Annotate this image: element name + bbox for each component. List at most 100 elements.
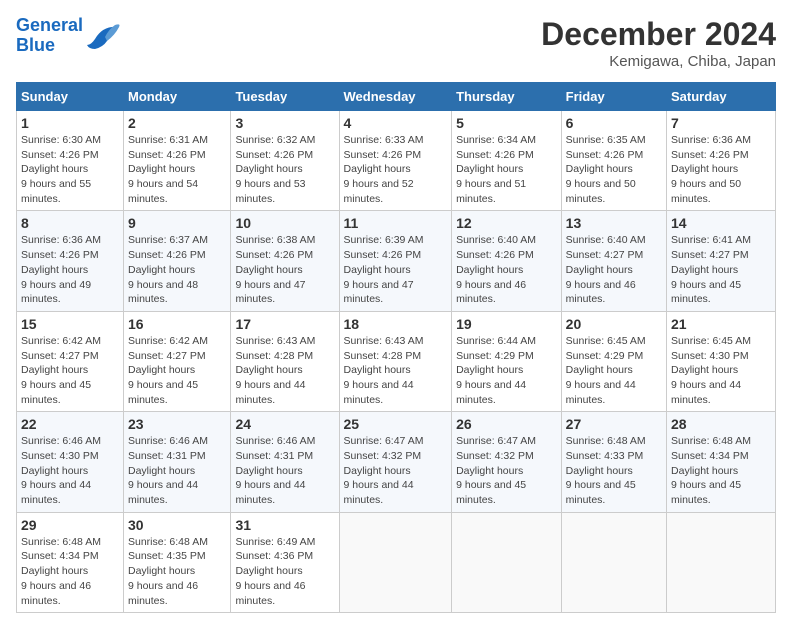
- day-info: Sunrise: 6:48 AM Sunset: 4:33 PM Dayligh…: [566, 434, 662, 507]
- day-info: Sunrise: 6:40 AM Sunset: 4:26 PM Dayligh…: [456, 233, 557, 306]
- calendar-cell: 28 Sunrise: 6:48 AM Sunset: 4:34 PM Dayl…: [667, 412, 776, 512]
- calendar-cell: [339, 512, 452, 612]
- day-number: 6: [566, 115, 662, 131]
- calendar-week-5: 29 Sunrise: 6:48 AM Sunset: 4:34 PM Dayl…: [17, 512, 776, 612]
- day-number: 8: [21, 215, 119, 231]
- day-info: Sunrise: 6:46 AM Sunset: 4:30 PM Dayligh…: [21, 434, 119, 507]
- calendar-cell: [561, 512, 666, 612]
- day-number: 10: [235, 215, 334, 231]
- subtitle: Kemigawa, Chiba, Japan: [541, 53, 776, 70]
- header-row: Sunday Monday Tuesday Wednesday Thursday…: [17, 83, 776, 111]
- calendar-cell: 7 Sunrise: 6:36 AM Sunset: 4:26 PM Dayli…: [667, 111, 776, 211]
- day-number: 12: [456, 215, 557, 231]
- day-info: Sunrise: 6:33 AM Sunset: 4:26 PM Dayligh…: [344, 133, 448, 206]
- day-number: 1: [21, 115, 119, 131]
- calendar-week-1: 1 Sunrise: 6:30 AM Sunset: 4:26 PM Dayli…: [17, 111, 776, 211]
- day-number: 31: [235, 517, 334, 533]
- day-number: 11: [344, 215, 448, 231]
- calendar-cell: 16 Sunrise: 6:42 AM Sunset: 4:27 PM Dayl…: [123, 311, 230, 411]
- day-info: Sunrise: 6:47 AM Sunset: 4:32 PM Dayligh…: [456, 434, 557, 507]
- col-saturday: Saturday: [667, 83, 776, 111]
- calendar-cell: [667, 512, 776, 612]
- main-title: December 2024: [541, 16, 776, 53]
- title-block: December 2024 Kemigawa, Chiba, Japan: [541, 16, 776, 70]
- calendar-cell: 2 Sunrise: 6:31 AM Sunset: 4:26 PM Dayli…: [123, 111, 230, 211]
- calendar-cell: 25 Sunrise: 6:47 AM Sunset: 4:32 PM Dayl…: [339, 412, 452, 512]
- day-info: Sunrise: 6:38 AM Sunset: 4:26 PM Dayligh…: [235, 233, 334, 306]
- day-info: Sunrise: 6:30 AM Sunset: 4:26 PM Dayligh…: [21, 133, 119, 206]
- day-info: Sunrise: 6:41 AM Sunset: 4:27 PM Dayligh…: [671, 233, 771, 306]
- day-info: Sunrise: 6:36 AM Sunset: 4:26 PM Dayligh…: [671, 133, 771, 206]
- calendar-cell: 8 Sunrise: 6:36 AM Sunset: 4:26 PM Dayli…: [17, 211, 124, 311]
- col-thursday: Thursday: [452, 83, 562, 111]
- calendar-cell: 24 Sunrise: 6:46 AM Sunset: 4:31 PM Dayl…: [231, 412, 339, 512]
- calendar-cell: 11 Sunrise: 6:39 AM Sunset: 4:26 PM Dayl…: [339, 211, 452, 311]
- day-info: Sunrise: 6:31 AM Sunset: 4:26 PM Dayligh…: [128, 133, 226, 206]
- logo-line1: General: [16, 16, 83, 36]
- calendar-cell: 10 Sunrise: 6:38 AM Sunset: 4:26 PM Dayl…: [231, 211, 339, 311]
- calendar-cell: 12 Sunrise: 6:40 AM Sunset: 4:26 PM Dayl…: [452, 211, 562, 311]
- calendar-cell: 17 Sunrise: 6:43 AM Sunset: 4:28 PM Dayl…: [231, 311, 339, 411]
- day-number: 26: [456, 416, 557, 432]
- day-number: 30: [128, 517, 226, 533]
- calendar-week-4: 22 Sunrise: 6:46 AM Sunset: 4:30 PM Dayl…: [17, 412, 776, 512]
- day-info: Sunrise: 6:42 AM Sunset: 4:27 PM Dayligh…: [21, 334, 119, 407]
- calendar-cell: 20 Sunrise: 6:45 AM Sunset: 4:29 PM Dayl…: [561, 311, 666, 411]
- day-number: 7: [671, 115, 771, 131]
- calendar-cell: 19 Sunrise: 6:44 AM Sunset: 4:29 PM Dayl…: [452, 311, 562, 411]
- logo: General Blue: [16, 16, 121, 56]
- day-number: 14: [671, 215, 771, 231]
- calendar-cell: 14 Sunrise: 6:41 AM Sunset: 4:27 PM Dayl…: [667, 211, 776, 311]
- day-number: 5: [456, 115, 557, 131]
- calendar-week-3: 15 Sunrise: 6:42 AM Sunset: 4:27 PM Dayl…: [17, 311, 776, 411]
- day-info: Sunrise: 6:42 AM Sunset: 4:27 PM Dayligh…: [128, 334, 226, 407]
- day-info: Sunrise: 6:35 AM Sunset: 4:26 PM Dayligh…: [566, 133, 662, 206]
- day-info: Sunrise: 6:45 AM Sunset: 4:30 PM Dayligh…: [671, 334, 771, 407]
- calendar-cell: 21 Sunrise: 6:45 AM Sunset: 4:30 PM Dayl…: [667, 311, 776, 411]
- col-friday: Friday: [561, 83, 666, 111]
- calendar-week-2: 8 Sunrise: 6:36 AM Sunset: 4:26 PM Dayli…: [17, 211, 776, 311]
- day-number: 22: [21, 416, 119, 432]
- day-info: Sunrise: 6:48 AM Sunset: 4:34 PM Dayligh…: [671, 434, 771, 507]
- day-info: Sunrise: 6:47 AM Sunset: 4:32 PM Dayligh…: [344, 434, 448, 507]
- col-wednesday: Wednesday: [339, 83, 452, 111]
- day-info: Sunrise: 6:45 AM Sunset: 4:29 PM Dayligh…: [566, 334, 662, 407]
- calendar-cell: 15 Sunrise: 6:42 AM Sunset: 4:27 PM Dayl…: [17, 311, 124, 411]
- calendar-cell: 13 Sunrise: 6:40 AM Sunset: 4:27 PM Dayl…: [561, 211, 666, 311]
- day-info: Sunrise: 6:34 AM Sunset: 4:26 PM Dayligh…: [456, 133, 557, 206]
- day-info: Sunrise: 6:40 AM Sunset: 4:27 PM Dayligh…: [566, 233, 662, 306]
- day-info: Sunrise: 6:49 AM Sunset: 4:36 PM Dayligh…: [235, 535, 334, 608]
- day-info: Sunrise: 6:37 AM Sunset: 4:26 PM Dayligh…: [128, 233, 226, 306]
- day-number: 16: [128, 316, 226, 332]
- calendar-cell: 22 Sunrise: 6:46 AM Sunset: 4:30 PM Dayl…: [17, 412, 124, 512]
- calendar-cell: 3 Sunrise: 6:32 AM Sunset: 4:26 PM Dayli…: [231, 111, 339, 211]
- calendar-cell: 18 Sunrise: 6:43 AM Sunset: 4:28 PM Dayl…: [339, 311, 452, 411]
- day-info: Sunrise: 6:44 AM Sunset: 4:29 PM Dayligh…: [456, 334, 557, 407]
- day-number: 15: [21, 316, 119, 332]
- day-number: 9: [128, 215, 226, 231]
- calendar-cell: 30 Sunrise: 6:48 AM Sunset: 4:35 PM Dayl…: [123, 512, 230, 612]
- day-number: 21: [671, 316, 771, 332]
- calendar-cell: 5 Sunrise: 6:34 AM Sunset: 4:26 PM Dayli…: [452, 111, 562, 211]
- day-number: 24: [235, 416, 334, 432]
- day-number: 28: [671, 416, 771, 432]
- day-number: 25: [344, 416, 448, 432]
- calendar-cell: 4 Sunrise: 6:33 AM Sunset: 4:26 PM Dayli…: [339, 111, 452, 211]
- day-number: 13: [566, 215, 662, 231]
- page-header: General Blue December 2024 Kemigawa, Chi…: [16, 16, 776, 70]
- day-number: 2: [128, 115, 226, 131]
- day-number: 29: [21, 517, 119, 533]
- day-number: 3: [235, 115, 334, 131]
- day-number: 4: [344, 115, 448, 131]
- day-info: Sunrise: 6:46 AM Sunset: 4:31 PM Dayligh…: [235, 434, 334, 507]
- day-info: Sunrise: 6:32 AM Sunset: 4:26 PM Dayligh…: [235, 133, 334, 206]
- calendar-table: Sunday Monday Tuesday Wednesday Thursday…: [16, 82, 776, 613]
- day-info: Sunrise: 6:48 AM Sunset: 4:34 PM Dayligh…: [21, 535, 119, 608]
- col-sunday: Sunday: [17, 83, 124, 111]
- day-info: Sunrise: 6:36 AM Sunset: 4:26 PM Dayligh…: [21, 233, 119, 306]
- day-info: Sunrise: 6:39 AM Sunset: 4:26 PM Dayligh…: [344, 233, 448, 306]
- col-tuesday: Tuesday: [231, 83, 339, 111]
- day-number: 23: [128, 416, 226, 432]
- calendar-cell: 26 Sunrise: 6:47 AM Sunset: 4:32 PM Dayl…: [452, 412, 562, 512]
- calendar-cell: 29 Sunrise: 6:48 AM Sunset: 4:34 PM Dayl…: [17, 512, 124, 612]
